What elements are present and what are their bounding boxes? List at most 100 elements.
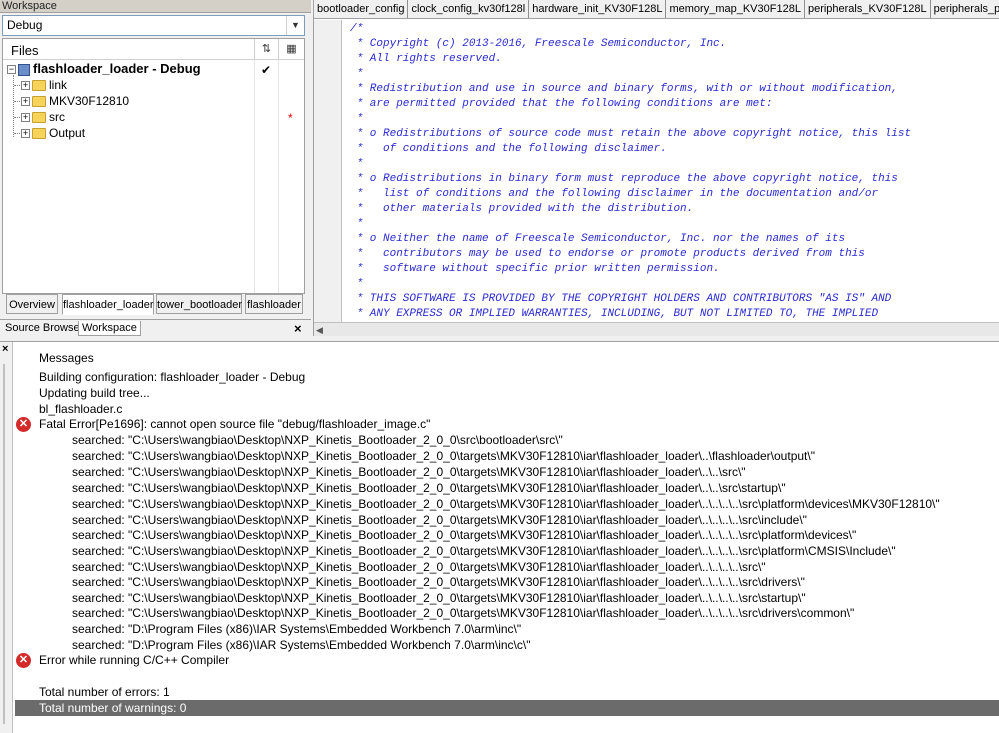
tab-flashloader[interactable]: flashloader <box>245 294 303 314</box>
searched-path[interactable]: searched: "D:\Program Files (x86)\IAR Sy… <box>72 621 521 637</box>
searched-path[interactable]: searched: "C:\Users\wangbiao\Desktop\NXP… <box>72 496 940 512</box>
tree-header: Files ⇅ ▦ <box>3 39 304 60</box>
tree-item-output[interactable]: + Output <box>21 125 85 141</box>
code-line: * list of conditions and the following d… <box>350 188 879 200</box>
searched-path[interactable]: searched: "C:\Users\wangbiao\Desktop\NXP… <box>72 605 854 621</box>
workspace-tabs: Overview flashloader_loader tower_bootlo… <box>2 294 305 316</box>
close-icon[interactable]: × <box>294 322 302 335</box>
searched-path[interactable]: searched: "C:\Users\wangbiao\Desktop\NXP… <box>72 543 896 559</box>
project-label: flashloader_loader - Debug <box>33 61 201 76</box>
tab-overview[interactable]: Overview <box>6 294 58 314</box>
tree-item-label: MKV30F12810 <box>49 94 130 108</box>
searched-path[interactable]: searched: "C:\Users\wangbiao\Desktop\NXP… <box>72 527 856 543</box>
options-column-icon[interactable]: ▦ <box>278 39 304 60</box>
tree-item-label: link <box>49 78 68 92</box>
tree-item-mkv30f12810[interactable]: + MKV30F12810 <box>21 93 129 109</box>
horizontal-scrollbar[interactable]: ◀ <box>314 322 999 336</box>
code-line: * <box>350 158 364 170</box>
searched-path[interactable]: searched: "C:\Users\wangbiao\Desktop\NXP… <box>72 432 563 448</box>
folder-icon <box>32 112 46 124</box>
expand-icon[interactable]: + <box>21 81 30 91</box>
files-header: Files <box>11 43 39 58</box>
code-line: * THIS SOFTWARE IS PROVIDED BY THE COPYR… <box>350 293 892 305</box>
error-icon: ✕ <box>16 653 31 668</box>
message-line[interactable]: Building configuration: flashloader_load… <box>39 369 305 385</box>
chevron-down-icon[interactable]: ▼ <box>286 16 304 35</box>
tab-source-browser[interactable]: Source Browser <box>2 321 86 336</box>
code-line: * <box>350 68 364 80</box>
searched-path[interactable]: searched: "C:\Users\wangbiao\Desktop\NXP… <box>72 574 805 590</box>
project-icon <box>18 63 30 76</box>
code-line: * Redistribution and use in source and b… <box>350 83 898 95</box>
expand-icon[interactable]: + <box>21 129 30 139</box>
tree-item-link[interactable]: + link <box>21 77 67 93</box>
searched-path[interactable]: searched: "C:\Users\wangbiao\Desktop\NXP… <box>72 464 746 480</box>
editor-gutter[interactable] <box>314 20 342 322</box>
error-message[interactable]: Fatal Error[Pe1696]: cannot open source … <box>39 416 430 432</box>
code-line: * o Neither the name of Freescale Semico… <box>350 233 846 245</box>
code-line: * contributors may be used to endorse or… <box>350 248 865 260</box>
build-status-column-icon[interactable]: ⇅ <box>254 39 278 60</box>
folder-icon <box>32 128 46 140</box>
close-icon[interactable]: × <box>2 343 8 355</box>
editor-tab[interactable]: memory_map_KV30F128L <box>666 0 805 18</box>
tree-item-project[interactable]: − flashloader_loader - Debug <box>7 61 201 77</box>
searched-path[interactable]: searched: "C:\Users\wangbiao\Desktop\NXP… <box>72 448 815 464</box>
code-line: * <box>350 278 364 290</box>
code-line: * Copyright (c) 2013-2016, Freescale Sem… <box>350 38 727 50</box>
searched-path[interactable]: searched: "D:\Program Files (x86)\IAR Sy… <box>72 637 530 653</box>
editor-tab[interactable]: peripherals_pinmux <box>931 0 999 18</box>
configuration-select[interactable]: Debug ▼ <box>2 15 305 36</box>
code-line: * <box>350 218 364 230</box>
total-errors[interactable]: Total number of errors: 1 <box>39 684 170 700</box>
editor-tabs: bootloader_config clock_config_kv30f128l h… <box>314 0 999 19</box>
workspace-panel: Workspace Debug ▼ Files ⇅ ▦ − flashloader… <box>0 0 311 336</box>
scroll-left-icon[interactable]: ◀ <box>316 325 323 336</box>
code-editor[interactable]: bootloader_config clock_config_kv30f128l h… <box>313 0 999 336</box>
searched-path[interactable]: searched: "C:\Users\wangbiao\Desktop\NXP… <box>72 559 766 575</box>
message-line[interactable]: Updating build tree... <box>39 385 150 401</box>
modified-marker-icon: * <box>288 111 293 125</box>
code-line: * o Redistributions of source code must … <box>350 128 912 140</box>
collapse-icon[interactable]: − <box>7 65 16 75</box>
code-line: * other materials provided with the dist… <box>350 203 694 215</box>
message-line[interactable]: bl_flashloader.c <box>39 401 122 417</box>
code-line: * software without specific prior writte… <box>350 263 720 275</box>
folder-icon <box>32 96 46 108</box>
configuration-value: Debug <box>7 18 43 32</box>
total-warnings[interactable]: Total number of warnings: 0 <box>39 700 186 716</box>
workspace-title: Workspace <box>0 0 311 13</box>
editor-tab[interactable]: clock_config_kv30f128l <box>408 0 530 18</box>
code-line: * ANY EXPRESS OR IMPLIED WARRANTIES, INC… <box>350 308 879 320</box>
build-messages-panel[interactable]: × Messages Building configuration: flash… <box>0 342 999 733</box>
code-line: /* <box>350 23 364 35</box>
searched-path[interactable]: searched: "C:\Users\wangbiao\Desktop\NXP… <box>72 590 806 606</box>
file-tree[interactable]: Files ⇅ ▦ − flashloader_loader - Debug ✔ … <box>2 38 305 294</box>
folder-icon <box>32 80 46 92</box>
tree-item-label: Output <box>49 126 86 140</box>
searched-path[interactable]: searched: "C:\Users\wangbiao\Desktop\NXP… <box>72 512 807 528</box>
messages-side-bar: × <box>0 342 13 733</box>
editor-tab[interactable]: peripherals_KV30F128L <box>805 0 931 18</box>
code-area[interactable]: /* * Copyright (c) 2013-2016, Freescale … <box>344 22 994 322</box>
code-line: * All rights reserved. <box>350 53 502 65</box>
editor-tab[interactable]: hardware_init_KV30F128L <box>529 0 667 18</box>
code-line: * <box>350 113 364 125</box>
tree-item-label: src <box>49 110 65 124</box>
code-line: * of conditions and the following discla… <box>350 143 667 155</box>
tree-item-src[interactable]: + src <box>21 109 65 125</box>
tab-workspace[interactable]: Workspace <box>78 321 141 336</box>
panel-tabs: Source Browser Workspace × <box>0 319 311 336</box>
tab-flashloader-loader[interactable]: flashloader_loader <box>62 294 154 315</box>
messages-header: Messages <box>39 351 94 365</box>
tab-tower-bootloader[interactable]: tower_bootloader <box>156 294 242 314</box>
error-icon: ✕ <box>16 417 31 432</box>
editor-tab[interactable]: bootloader_config <box>314 0 409 18</box>
searched-path[interactable]: searched: "C:\Users\wangbiao\Desktop\NXP… <box>72 480 786 496</box>
code-line: * o Redistributions in binary form must … <box>350 173 898 185</box>
expand-icon[interactable]: + <box>21 113 30 123</box>
error-message[interactable]: Error while running C/C++ Compiler <box>39 652 229 668</box>
code-line: * are permitted provided that the follow… <box>350 98 773 110</box>
expand-icon[interactable]: + <box>21 97 30 107</box>
checkmark-icon: ✔ <box>261 63 272 77</box>
